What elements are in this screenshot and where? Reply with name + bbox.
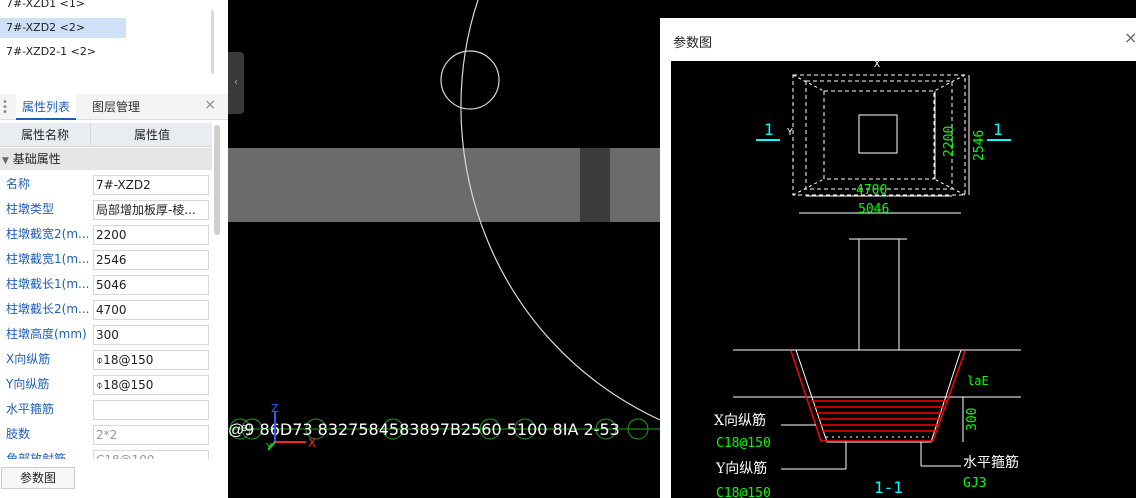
table-row: Y向纵筋 ⌽18@150: [0, 372, 212, 397]
list-item[interactable]: 7#-XZD2-1 <2>: [0, 42, 96, 62]
tab-properties[interactable]: 属性列表: [16, 94, 77, 120]
plan-outer-rect: [792, 74, 966, 196]
dialog-title: 参数图: [673, 36, 713, 51]
dim-300: 300: [965, 408, 980, 431]
prop-name: 柱墩截长1(m...: [6, 277, 90, 291]
prop-value[interactable]: ⌽18@150: [93, 350, 209, 370]
parameter-dialog: 参数图 × 4700 5046 2200 2546 X Y 1 1 300 la…: [660, 18, 1136, 498]
prop-value[interactable]: ⌽18@150: [93, 375, 209, 395]
collapse-panel-handle[interactable]: ‹: [228, 52, 244, 114]
list-item[interactable]: 7#-XZD1 <1>: [0, 0, 85, 14]
section-mark-right: 1: [993, 120, 1003, 139]
prop-value[interactable]: 局部增加板厚-棱...: [93, 200, 209, 220]
prop-value[interactable]: 2200: [93, 225, 209, 245]
prop-name: 柱墩截宽2(m...: [6, 227, 90, 241]
table-row: X向纵筋 ⌽18@150: [0, 347, 212, 372]
group-label: 基础属性: [12, 152, 61, 166]
x-rebar-label: X向纵筋: [714, 412, 766, 429]
list-scrollbar[interactable]: [211, 10, 214, 74]
section-title: 1-1: [874, 478, 903, 497]
prop-name: 水平箍筋: [6, 402, 55, 416]
h-stirrup-value: GJ3: [963, 476, 986, 491]
close-icon[interactable]: ×: [204, 97, 216, 113]
prop-name: Y向纵筋: [6, 377, 50, 391]
group-basic-properties[interactable]: ▼ 基础属性: [0, 148, 212, 170]
parameter-diagram-button[interactable]: 参数图: [1, 467, 75, 489]
header-name: 属性名称: [0, 123, 91, 147]
axis-text: @ͤ9 86D73 8327584583897B2560 5100 8IA 2-…: [228, 420, 620, 439]
plan-corner: [933, 178, 966, 196]
plan-inner-rect: [823, 90, 935, 180]
table-row: 肢数 2*2: [0, 422, 212, 447]
x-axis-label: X: [874, 61, 880, 70]
drop-panel-outline: [795, 349, 962, 443]
parameter-drawing: 4700 5046 2200 2546 X Y 1 1 300 laE X向纵筋…: [671, 61, 1136, 498]
table-row: 角部放射筋 C18@100: [0, 447, 212, 459]
prop-name: 柱墩截宽1(m...: [6, 252, 90, 266]
rebar-outline: [790, 350, 966, 442]
property-rows: 名称 7#-XZD2 柱墩类型 局部增加板厚-棱... 柱墩截宽2(m... 2200…: [0, 172, 212, 459]
component-list: 7#-XZD1 <1> 7#-XZD2 <2> 7#-XZD2-1 <2>: [0, 0, 228, 90]
table-row: 柱墩类型 局部增加板厚-棱...: [0, 197, 212, 222]
prop-value[interactable]: 7#-XZD2: [93, 175, 209, 195]
parameter-svg: 4700 5046 2200 2546 X Y 1 1 300 laE X向纵筋…: [714, 61, 1021, 498]
close-icon[interactable]: ×: [1124, 28, 1136, 47]
prop-name: 柱墩高度(mm): [6, 327, 87, 341]
drag-grip-icon[interactable]: • • •: [2, 98, 8, 118]
left-panel: 7#-XZD1 <1> 7#-XZD2 <2> 7#-XZD2-1 <2> • •…: [0, 0, 228, 498]
collapse-triangle-icon[interactable]: ▼: [2, 156, 9, 166]
prop-value[interactable]: 5046: [93, 275, 209, 295]
prop-name: 柱墩类型: [6, 202, 55, 216]
y-rebar-value: C18@150: [716, 486, 771, 498]
dim-2546: 2546: [972, 130, 987, 161]
plan-mid-rect: [805, 80, 953, 190]
prop-value[interactable]: [93, 400, 209, 420]
plan-corner: [792, 178, 825, 196]
lae-label: laE: [967, 374, 989, 388]
table-row: 柱墩截长2(m... 4700: [0, 297, 212, 322]
cad-drawing: @ͤ9 86D73 8327584583897B2560 5100 8IA 2-…: [228, 0, 661, 453]
dim-5046: 5046: [858, 202, 889, 217]
table-row: 名称 7#-XZD2: [0, 172, 212, 197]
app-root: 7#-XZD1 <1> 7#-XZD2 <2> 7#-XZD2-1 <2> • •…: [0, 0, 1136, 498]
header-value: 属性值: [133, 128, 170, 142]
y-rebar-label: Y向纵筋: [715, 460, 767, 477]
h-stirrup-label: 水平箍筋: [963, 454, 1019, 471]
table-row: 柱墩截宽1(m... 2546: [0, 247, 212, 272]
x-label: X: [308, 436, 316, 450]
table-row: 柱墩截长1(m... 5046: [0, 272, 212, 297]
property-tabs: • • • 属性列表 图层管理 ×: [0, 94, 228, 120]
prop-name: X向纵筋: [6, 352, 51, 366]
plan-corner: [792, 74, 825, 92]
column-circle: [440, 50, 500, 110]
prop-value[interactable]: C18@100: [93, 450, 209, 459]
prop-name: 柱墩截长2(m...: [6, 302, 90, 316]
prop-value[interactable]: 300: [93, 325, 209, 345]
table-row: 柱墩截宽2(m... 2200: [0, 222, 212, 247]
x-rebar-value: C18@150: [716, 436, 771, 451]
dim-2200: 2200: [942, 126, 957, 157]
prop-value[interactable]: 2546: [93, 250, 209, 270]
plan-column: [858, 114, 898, 154]
y-label: Y: [265, 442, 273, 453]
prop-name: 肢数: [6, 427, 31, 441]
plan-corner: [933, 74, 966, 92]
beam-column: [580, 148, 610, 222]
cad-viewport[interactable]: @ͤ9 86D73 8327584583897B2560 5100 8IA 2-…: [228, 0, 661, 498]
table-row: 柱墩高度(mm) 300: [0, 322, 212, 347]
y-axis-label: Y: [787, 127, 793, 138]
prop-name: 名称: [6, 177, 31, 191]
list-item[interactable]: 7#-XZD2 <2>: [0, 18, 126, 38]
property-scrollbar[interactable]: [214, 125, 220, 235]
dim-4700: 4700: [856, 183, 887, 198]
prop-name: 角部放射筋: [6, 452, 67, 459]
tab-layers[interactable]: 图层管理: [86, 94, 146, 120]
prop-value[interactable]: 2*2: [93, 425, 209, 445]
section-mark-left: 1: [764, 120, 774, 139]
prop-value[interactable]: 4700: [93, 300, 209, 320]
table-row: 水平箍筋: [0, 397, 212, 422]
z-label: Z: [271, 402, 279, 415]
property-table-header: 属性名称 属性值: [0, 123, 212, 147]
